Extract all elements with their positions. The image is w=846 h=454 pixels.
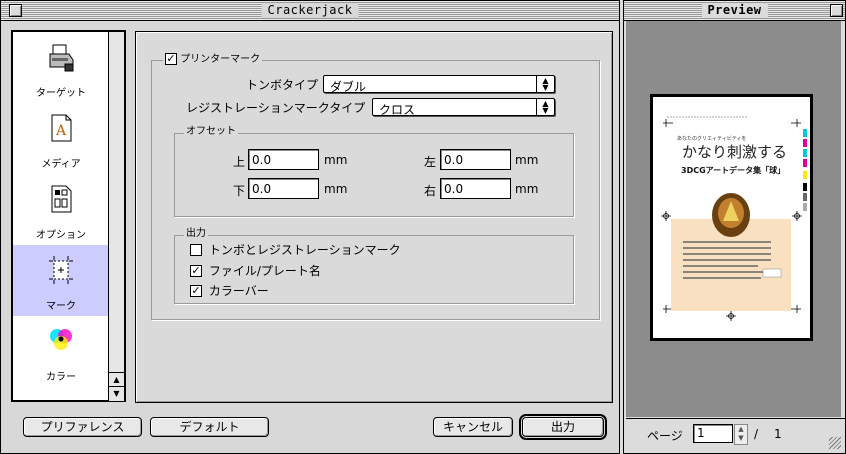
preview-title-bar[interactable]: Preview — [624, 1, 845, 21]
zoom-box[interactable] — [830, 4, 843, 17]
crop-marks-icon — [49, 256, 73, 284]
svg-text:A: A — [55, 123, 67, 139]
printer-icon — [49, 44, 74, 72]
page-stepper[interactable]: ▲ ▼ — [734, 424, 748, 445]
window-title: Crackerjack — [261, 3, 359, 18]
tombo-registration-label: トンボとレジストレーションマーク — [208, 243, 401, 257]
close-box[interactable] — [9, 4, 22, 17]
tombo-type-label: トンボタイプ — [246, 78, 319, 92]
offset-right-value: 0.0 — [444, 182, 464, 196]
registration-mark-value: クロス — [379, 103, 416, 117]
main-title-bar[interactable]: Crackerjack — [1, 1, 619, 21]
sidebar-item-target[interactable]: ターゲット — [13, 32, 108, 103]
preview-page-content: あなたのクリエィティビティを かなり刺激する 3DCGアートデータ集「球」 — [653, 97, 810, 338]
sidebar-item-media[interactable]: A メディア — [13, 103, 108, 174]
category-sidebar: ターゲット A メディア オプション マーク カラー ▲ ▼ — [11, 30, 126, 402]
preview-subtitle: 3DCGアートデータ集「球」 — [681, 166, 786, 175]
color-bar-checkbox[interactable]: ✓ カラーバー — [190, 282, 269, 299]
tombo-type-select[interactable]: ダブル ▲ ▼ — [323, 75, 555, 94]
preview-page: あなたのクリエィティビティを かなり刺激する 3DCGアートデータ集「球」 — [650, 94, 813, 341]
offset-top-label: 上 — [233, 155, 246, 169]
sidebar-item-color[interactable]: カラー — [13, 316, 108, 387]
page-total: 1 — [774, 427, 782, 441]
file-plate-name-label: ファイル/プレート名 — [208, 264, 321, 278]
scroll-down-arrow-icon[interactable]: ▼ — [109, 386, 124, 401]
preview-footer: ページ 1 ▲ ▼ / 1 — [626, 418, 845, 453]
page-separator: / — [754, 427, 759, 441]
sidebar-scrollbar[interactable]: ▲ ▼ — [109, 32, 124, 401]
sidebar-item-label: カラー — [46, 372, 76, 383]
tombo-type-value: ダブル — [330, 80, 367, 94]
document-a-icon: A — [51, 114, 72, 142]
offset-top-input[interactable]: 0.0 — [248, 149, 319, 170]
page-number-input[interactable]: 1 — [693, 424, 733, 443]
page-number-value: 1 — [697, 426, 705, 440]
options-calculator-icon — [51, 185, 72, 213]
sidebar-item-label: オプション — [36, 230, 86, 241]
preview-headline-large: かなり刺激する — [682, 143, 788, 161]
tombo-registration-checkbox[interactable]: トンボとレジストレーションマーク — [190, 241, 401, 258]
color-bar-label: カラーバー — [208, 284, 269, 298]
resize-grip-icon[interactable] — [829, 437, 841, 449]
color-circles-icon — [50, 329, 72, 350]
output-title: 出力 — [184, 228, 208, 240]
registration-mark-label: レジストレーションマークタイプ — [186, 101, 366, 115]
offset-top-value: 0.0 — [252, 153, 272, 167]
offset-right-label: 右 — [424, 184, 437, 198]
preview-window: Preview あなたのクリエィティビティを かなり刺激する 3DCGアートデー… — [623, 0, 846, 454]
checkbox-checked-icon: ✓ — [165, 52, 177, 65]
popup-arrows-icon: ▲ ▼ — [536, 76, 554, 92]
offset-bottom-value: 0.0 — [252, 182, 272, 196]
checkbox-checked-icon: ✓ — [190, 263, 202, 277]
preview-page-graphics — [661, 116, 807, 321]
offset-left-label: 左 — [424, 155, 437, 169]
sidebar-item-label: メディア — [41, 159, 81, 170]
cancel-button[interactable]: キャンセル — [433, 417, 513, 437]
main-window: Crackerjack ターゲット A メディア オプション マーク カラー ▲… — [0, 0, 620, 454]
preview-canvas: あなたのクリエィティビティを かなり刺激する 3DCGアートデータ集「球」 — [626, 21, 841, 417]
offset-bottom-input[interactable]: 0.0 — [248, 178, 319, 199]
preferences-button[interactable]: プリファレンス — [23, 417, 142, 437]
scroll-up-arrow-icon[interactable]: ▲ — [109, 372, 124, 387]
checkbox-checked-icon: ✓ — [190, 283, 202, 297]
sidebar-item-options[interactable]: オプション — [13, 174, 108, 245]
registration-mark-select[interactable]: クロス ▲ ▼ — [372, 98, 555, 117]
checkbox-unchecked-icon — [190, 243, 202, 256]
sidebar-item-label: ターゲット — [36, 88, 86, 99]
offset-right-input[interactable]: 0.0 — [440, 178, 511, 199]
offset-title: オフセット — [184, 126, 238, 138]
preview-right-strip — [841, 21, 845, 417]
offset-left-value: 0.0 — [444, 153, 464, 167]
offset-top-unit: mm — [324, 153, 348, 167]
offset-bottom-label: 下 — [233, 184, 246, 198]
category-list: ターゲット A メディア オプション マーク カラー — [13, 32, 109, 400]
offset-left-input[interactable]: 0.0 — [440, 149, 511, 170]
printer-marks-label: プリンターマーク — [180, 54, 261, 65]
popup-arrows-icon: ▲ ▼ — [536, 99, 554, 115]
offset-right-unit: mm — [515, 182, 539, 196]
sidebar-item-marks[interactable]: マーク — [13, 245, 108, 316]
sidebar-item-label: マーク — [46, 301, 76, 312]
file-plate-name-checkbox[interactable]: ✓ ファイル/プレート名 — [190, 262, 321, 279]
page-label: ページ — [647, 429, 683, 443]
marks-settings-panel: ✓ プリンターマーク トンボタイプ ダブル ▲ ▼ レジストレーションマークタイプ… — [135, 31, 613, 403]
printer-marks-checkbox[interactable]: ✓ プリンターマーク — [163, 52, 263, 66]
offset-left-unit: mm — [515, 153, 539, 167]
default-button[interactable]: デフォルト — [150, 417, 269, 437]
output-button[interactable]: 出力 — [519, 414, 607, 440]
preview-title: Preview — [701, 3, 768, 18]
offset-bottom-unit: mm — [324, 182, 348, 196]
offset-group — [174, 133, 574, 217]
